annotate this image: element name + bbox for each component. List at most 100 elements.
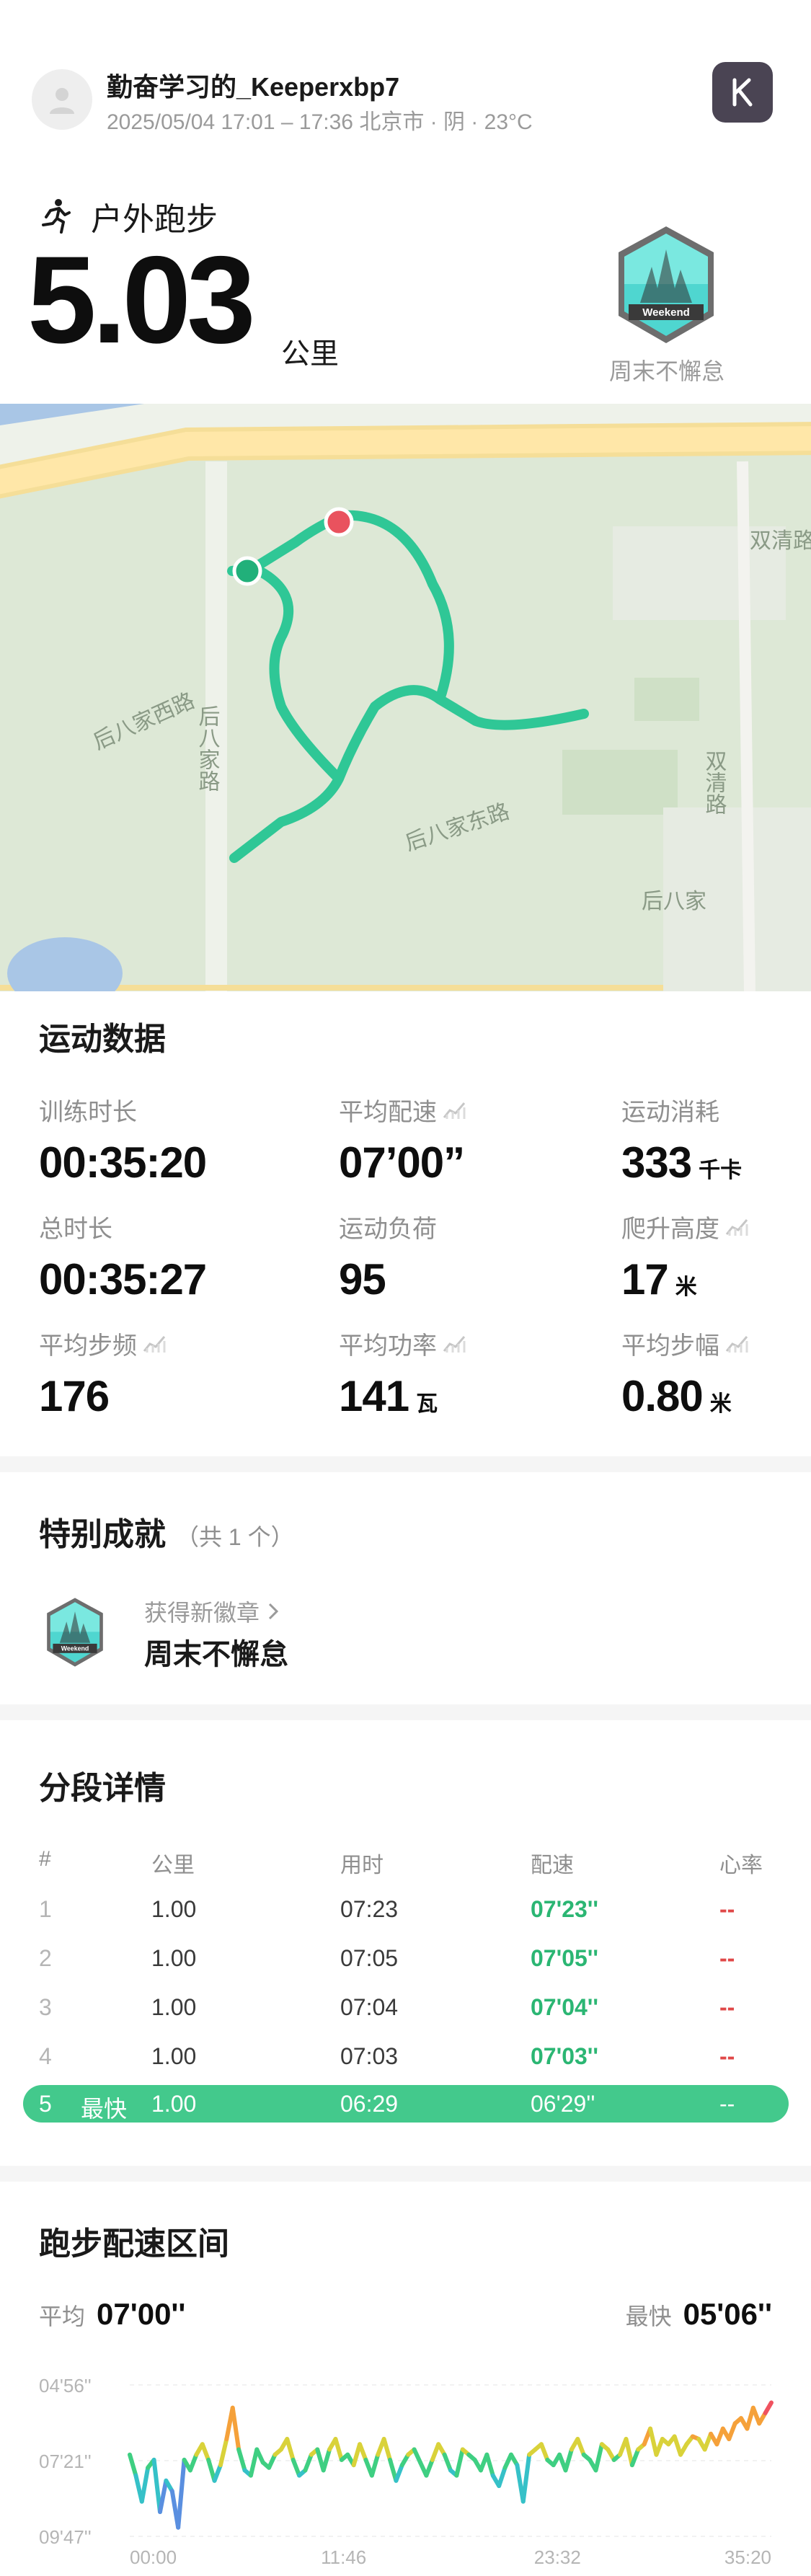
pace-zone-title: 跑步配速区间 bbox=[39, 2226, 229, 2262]
stat-label: 平均步频 bbox=[39, 1332, 137, 1360]
badge-name: 周末不懈怠 bbox=[608, 358, 724, 384]
stat-avg-pace[interactable]: 平均配速 07’00” bbox=[339, 1092, 467, 1187]
stat-label: 爬升高度 bbox=[621, 1216, 719, 1243]
achievements-section: 特别成就 （共 1 个） Weekend 获得新徽章 周末不懈怠 bbox=[0, 1472, 811, 1704]
pace-line-segment bbox=[358, 2442, 368, 2462]
segment-index: 5 bbox=[39, 2091, 52, 2117]
achievement-badge-name: 周末不懈怠 bbox=[144, 1639, 288, 1670]
stat-value: 333 千卡 bbox=[621, 1138, 743, 1187]
divider bbox=[0, 2166, 811, 2182]
segment-hr: -- bbox=[719, 2043, 735, 2069]
segment-pace: 07'03'' bbox=[531, 2043, 599, 2069]
stat-elevation[interactable]: 爬升高度 17 米 bbox=[621, 1209, 750, 1304]
stat-unit: 千卡 bbox=[699, 1159, 743, 1182]
distance-value: 5.03 bbox=[27, 231, 256, 369]
fastest-pace-label: 最快 bbox=[625, 2303, 672, 2329]
pace-line-segment bbox=[303, 2452, 314, 2473]
segment-hr: -- bbox=[719, 1994, 735, 2020]
pace-line-segment bbox=[248, 2447, 260, 2478]
weekend-badge-icon[interactable]: Weekend bbox=[611, 223, 721, 346]
segment-pace: 07'04'' bbox=[531, 1994, 599, 2020]
segment-header-time: 用时 bbox=[340, 1854, 384, 1877]
segment-index: 3 bbox=[39, 1994, 52, 2020]
fastest-pace-value: 05'06'' bbox=[683, 2297, 772, 2331]
segment-index: 4 bbox=[39, 2043, 52, 2069]
chart-icon bbox=[725, 1335, 748, 1353]
x-tick-label: 11:46 bbox=[321, 2546, 366, 2568]
pace-line-segment bbox=[212, 2463, 223, 2483]
divider bbox=[0, 1456, 811, 1472]
pace-line-segment bbox=[285, 2437, 296, 2462]
pace-chart[interactable]: 04'56'' 07'21'' 09'47'' 00:00 11:46 23:32 35:2… bbox=[0, 2347, 811, 2576]
pace-line-segment bbox=[624, 2437, 634, 2468]
y-tick-label: 07'21'' bbox=[39, 2451, 92, 2472]
pace-line-segment bbox=[151, 2457, 162, 2515]
new-badge-label: 获得新徽章 bbox=[144, 1600, 260, 1626]
segment-time: 07:04 bbox=[340, 1994, 399, 2020]
pace-line-segment bbox=[575, 2437, 586, 2457]
stat-label: 平均配速 bbox=[339, 1099, 437, 1126]
stat-value: 176 bbox=[39, 1372, 110, 1420]
pace-line-segment bbox=[442, 2452, 453, 2473]
stat-unit: 米 bbox=[675, 1275, 697, 1299]
stat-value: 95 bbox=[339, 1255, 386, 1304]
stat-training-load: 运动负荷 95 bbox=[339, 1209, 437, 1304]
pace-line-segment bbox=[139, 2465, 151, 2504]
stats-section: 运动数据 训练时长 00:35:20 平均配速 07’00” 运动消耗 333 千… bbox=[0, 991, 811, 1467]
stat-label: 运动消耗 bbox=[621, 1099, 719, 1126]
pace-line-segment bbox=[200, 2442, 211, 2462]
username[interactable]: 勤奋学习的_Keeperxbp7 bbox=[107, 66, 399, 104]
stat-value: 0.80 米 bbox=[621, 1372, 732, 1420]
pace-line-segment bbox=[539, 2442, 550, 2462]
divider bbox=[0, 1704, 811, 1720]
map-label-shuangqing-1: 双清路 bbox=[750, 529, 811, 553]
stat-label: 平均步幅 bbox=[621, 1332, 719, 1360]
segment-km: 1.00 bbox=[151, 2091, 197, 2117]
pace-line-segment bbox=[381, 2437, 393, 2462]
distance-unit: 公里 bbox=[281, 338, 339, 370]
new-badge-link[interactable]: 获得新徽章 bbox=[144, 1595, 280, 1628]
route-end-marker bbox=[324, 507, 354, 537]
pace-line-segment bbox=[629, 2447, 641, 2468]
stat-total-time: 总时长 00:35:27 bbox=[39, 1209, 207, 1304]
pace-line-segment bbox=[176, 2457, 187, 2530]
pace-line-segment bbox=[128, 2452, 138, 2478]
keep-logo-icon[interactable] bbox=[712, 62, 773, 123]
segment-header-index: # bbox=[39, 1847, 51, 1871]
stat-unit: 瓦 bbox=[416, 1392, 438, 1416]
pace-line-segment bbox=[648, 2426, 659, 2457]
segment-km: 1.00 bbox=[151, 1994, 197, 2020]
pace-line-segment bbox=[563, 2447, 574, 2473]
segment-km: 1.00 bbox=[151, 2043, 197, 2069]
chart-icon bbox=[443, 1335, 466, 1353]
chart-icon bbox=[443, 1102, 466, 1119]
segment-index: 1 bbox=[39, 1896, 52, 1922]
pace-line-segment bbox=[497, 2465, 508, 2488]
stat-stride[interactable]: 平均步幅 0.80 米 bbox=[621, 1326, 750, 1421]
segment-hr: -- bbox=[719, 1896, 735, 1922]
stat-calories: 运动消耗 333 千卡 bbox=[621, 1092, 742, 1187]
pace-line-segment bbox=[333, 2437, 344, 2462]
segment-pace: 07'23'' bbox=[531, 1896, 599, 1922]
chart-icon bbox=[143, 1335, 166, 1353]
stat-cadence[interactable]: 平均步频 176 bbox=[39, 1326, 167, 1421]
segment-km: 1.00 bbox=[151, 1896, 197, 1922]
pace-line-segment bbox=[654, 2437, 665, 2457]
segment-time: 07:23 bbox=[340, 1896, 399, 1922]
x-tick-label: 35:20 bbox=[724, 2546, 771, 2568]
stat-power[interactable]: 平均功率 141 瓦 bbox=[339, 1326, 467, 1421]
segment-time: 07:03 bbox=[340, 2043, 399, 2069]
pace-line-segment bbox=[593, 2442, 604, 2473]
pace-line-segment bbox=[394, 2463, 404, 2483]
user-avatar[interactable] bbox=[32, 69, 92, 130]
pace-line-segment bbox=[187, 2452, 199, 2473]
segment-index: 2 bbox=[39, 1945, 52, 1971]
x-tick-label: 00:00 bbox=[130, 2546, 177, 2568]
segment-header-km: 公里 bbox=[151, 1854, 195, 1877]
weekend-badge-small-icon[interactable]: Weekend bbox=[42, 1596, 108, 1668]
avg-pace-value: 07'00'' bbox=[97, 2297, 186, 2331]
route-map[interactable]: 后八家西路 后八家路 后八家东路 双清路 双清路 后八家 bbox=[0, 404, 811, 991]
stat-value: 141 瓦 bbox=[339, 1372, 438, 1420]
segments-title: 分段详情 bbox=[39, 1771, 166, 1806]
y-tick-label: 04'56'' bbox=[39, 2375, 92, 2396]
